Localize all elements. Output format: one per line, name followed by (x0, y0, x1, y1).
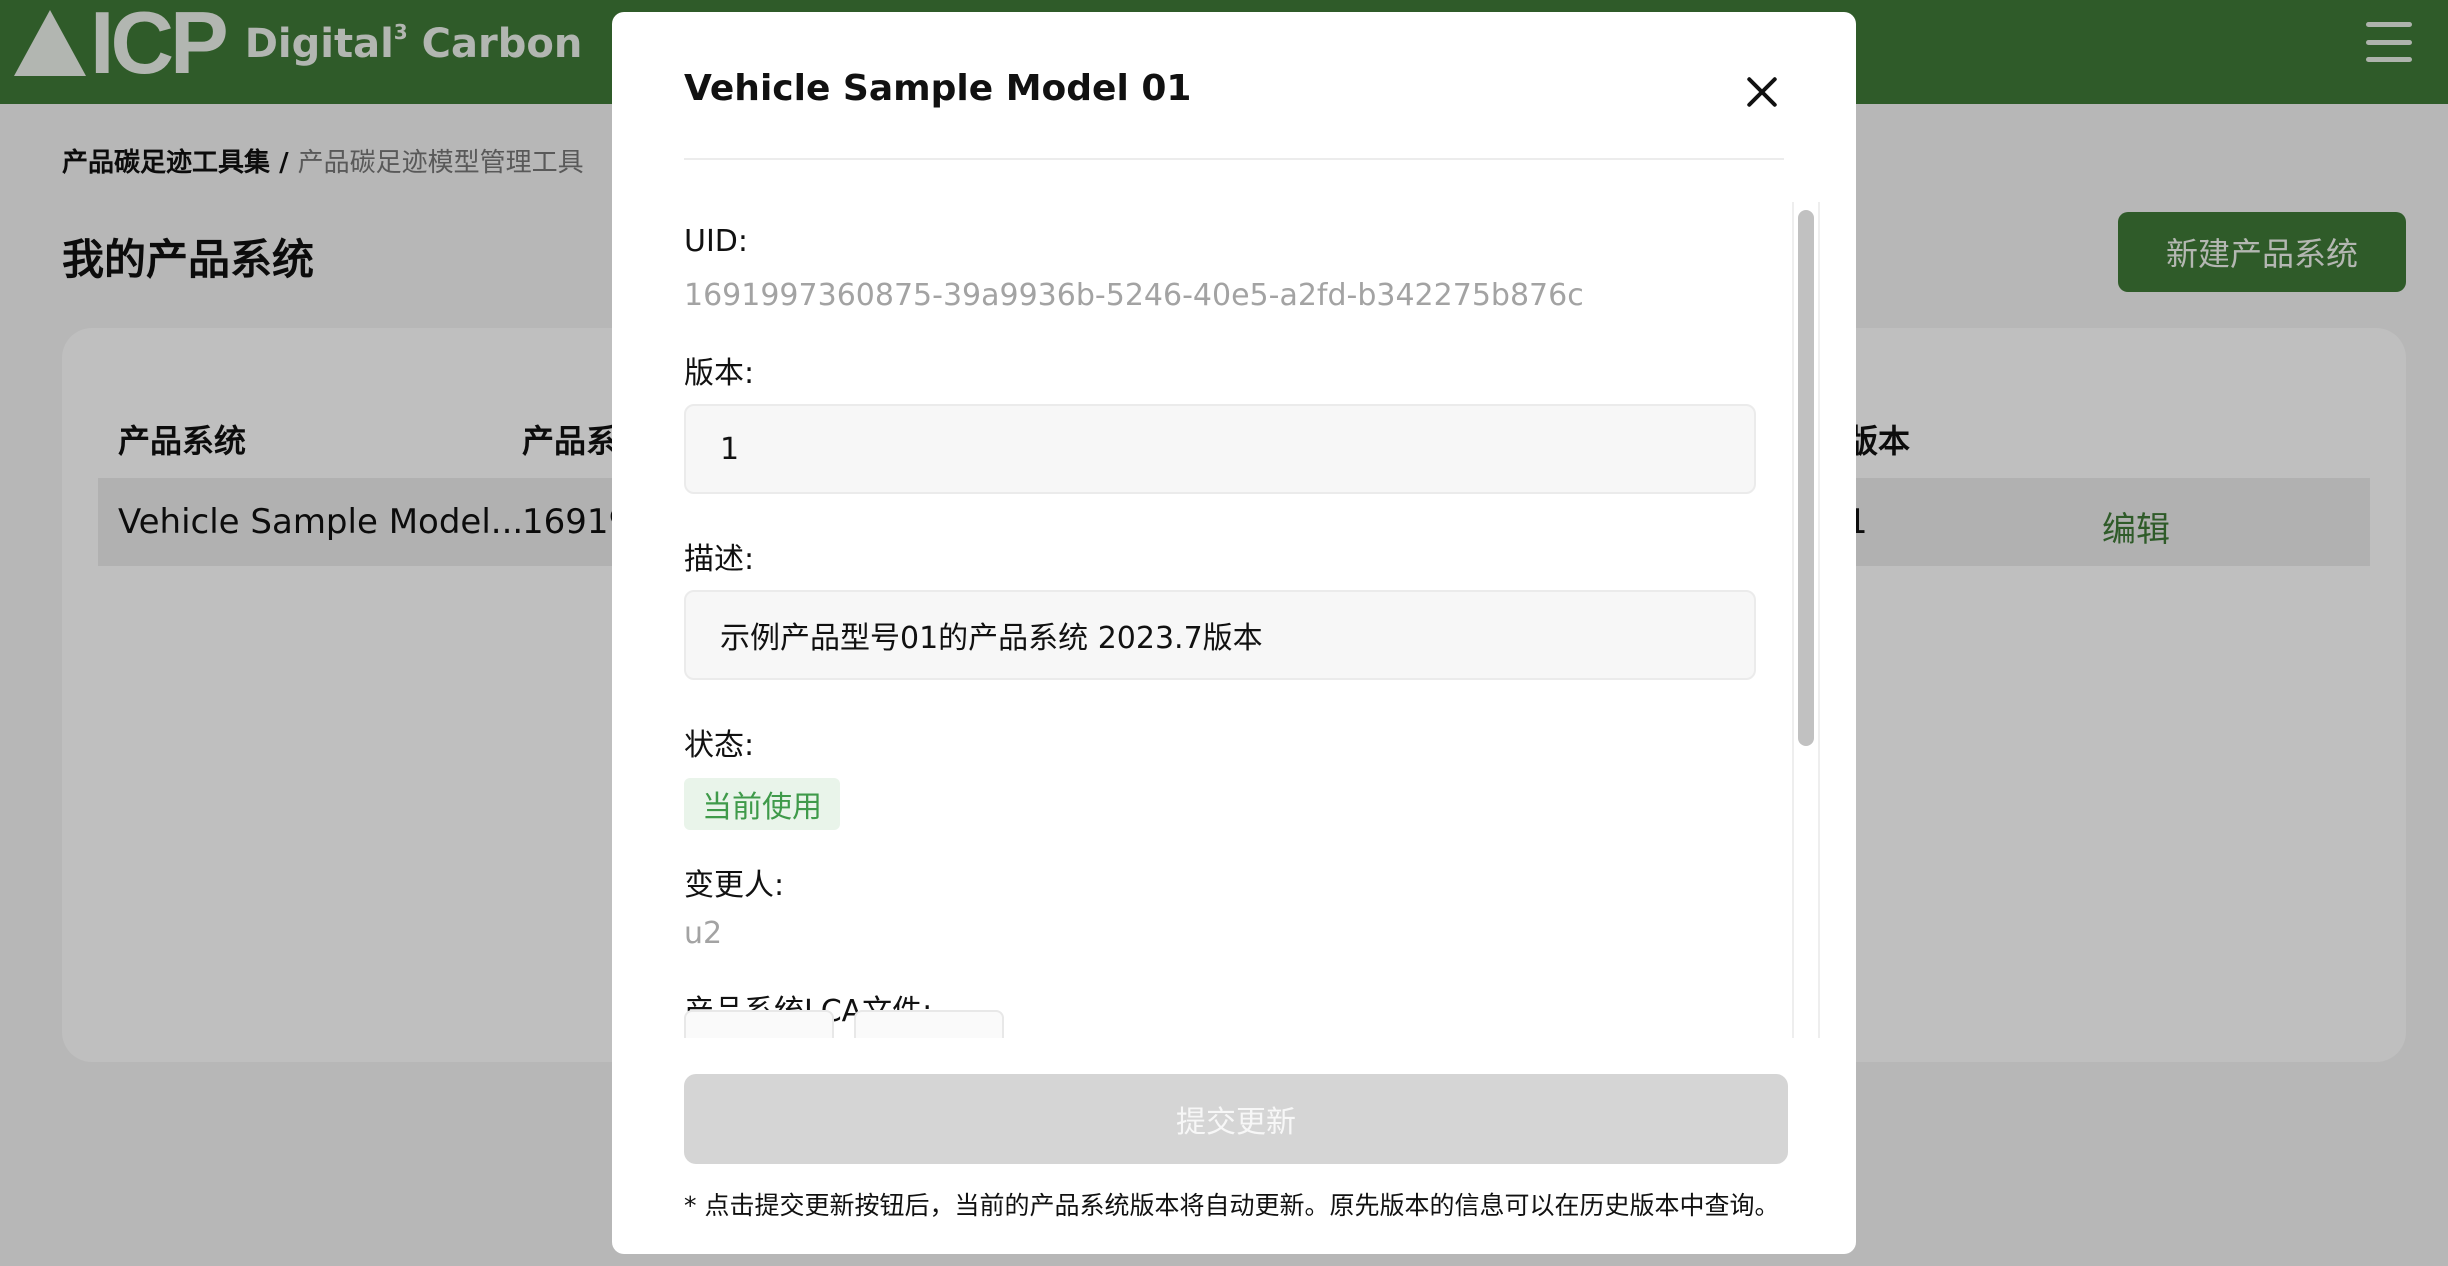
close-icon[interactable] (1742, 72, 1782, 112)
edit-modal: Vehicle Sample Model 01 UID: 16919973608… (612, 12, 1856, 1254)
status-badge: 当前使用 (684, 778, 840, 830)
version-input[interactable] (684, 404, 1756, 494)
uid-value: 1691997360875-39a9936b-5246-40e5-a2fd-b3… (684, 278, 1584, 313)
editor-value: u2 (684, 916, 723, 951)
submit-footnote: * 点击提交更新按钮后，当前的产品系统版本将自动更新。原先版本的信息可以在历史版… (684, 1191, 1780, 1220)
lca-file-button[interactable] (684, 1010, 834, 1038)
modal-divider (684, 158, 1784, 160)
lca-file-button[interactable] (854, 1010, 1004, 1038)
uid-label: UID: (684, 224, 749, 259)
description-label: 描述: (684, 542, 755, 577)
modal-scroll-area[interactable]: UID: 1691997360875-39a9936b-5246-40e5-a2… (612, 202, 1856, 1038)
editor-label: 变更人: (684, 868, 785, 903)
scrollbar-thumb[interactable] (1798, 210, 1814, 746)
version-label: 版本: (684, 356, 755, 391)
description-input[interactable] (684, 590, 1756, 680)
modal-title: Vehicle Sample Model 01 (684, 68, 1192, 109)
status-label: 状态: (684, 728, 755, 763)
submit-update-button[interactable]: 提交更新 (684, 1074, 1788, 1164)
